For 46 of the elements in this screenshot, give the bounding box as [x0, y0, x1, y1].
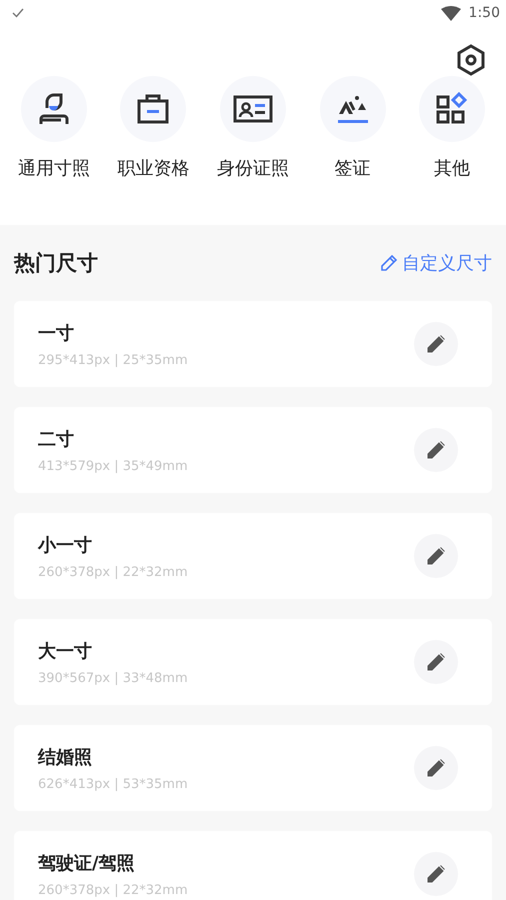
- size-card[interactable]: 结婚照 626*413px | 53*35mm: [14, 725, 492, 811]
- id-card-icon: [232, 94, 273, 124]
- size-name: 结婚照: [38, 746, 93, 768]
- size-spec: 626*413px | 53*35mm: [38, 776, 188, 792]
- size-spec: 260*378px | 22*32mm: [38, 564, 188, 580]
- section-title: 热门尺寸: [14, 250, 98, 277]
- clock-time: 1:50: [468, 5, 500, 21]
- edit-button[interactable]: [414, 322, 458, 366]
- size-name: 大一寸: [38, 640, 93, 662]
- pencil-icon: [426, 758, 446, 778]
- category-button[interactable]: 职业资格: [104, 76, 204, 180]
- size-spec: 260*378px | 22*32mm: [38, 882, 188, 898]
- pencil-icon: [380, 254, 398, 272]
- edit-button[interactable]: [414, 640, 458, 684]
- size-card[interactable]: 小一寸 260*378px | 22*32mm: [14, 513, 492, 599]
- edit-button[interactable]: [414, 852, 458, 896]
- size-spec: 295*413px | 25*35mm: [38, 352, 188, 368]
- size-name: 二寸: [38, 428, 75, 450]
- size-name: 一寸: [38, 322, 75, 344]
- size-card[interactable]: 大一寸 390*567px | 33*48mm: [14, 619, 492, 705]
- person-icon: [36, 92, 71, 126]
- category-button[interactable]: 身份证照: [203, 76, 303, 180]
- size-card[interactable]: 一寸 295*413px | 25*35mm: [14, 301, 492, 387]
- grid-icon: [435, 92, 470, 126]
- pencil-icon: [426, 652, 446, 672]
- pencil-icon: [426, 546, 446, 566]
- edit-button[interactable]: [414, 746, 458, 790]
- edit-button[interactable]: [414, 534, 458, 578]
- pencil-icon: [426, 440, 446, 460]
- size-spec: 413*579px | 35*49mm: [38, 458, 188, 474]
- size-card[interactable]: 驾驶证/驾照 260*378px | 22*32mm: [14, 831, 492, 900]
- check-icon: [12, 8, 24, 18]
- briefcase-icon: [136, 92, 170, 126]
- pencil-icon: [426, 334, 446, 354]
- size-name: 小一寸: [38, 534, 93, 556]
- size-name: 驾驶证/驾照: [38, 852, 136, 874]
- pencil-icon: [426, 864, 446, 884]
- wifi-icon: [440, 6, 461, 20]
- category-button[interactable]: 签证: [302, 76, 402, 180]
- category-button[interactable]: 通用寸照: [4, 76, 104, 180]
- settings-icon[interactable]: [456, 44, 486, 76]
- edit-button[interactable]: [414, 428, 458, 472]
- category-button[interactable]: 其他: [402, 76, 502, 180]
- size-card[interactable]: 二寸 413*579px | 35*49mm: [14, 407, 492, 493]
- size-spec: 390*567px | 33*48mm: [38, 670, 188, 686]
- custom-size-link[interactable]: 自定义尺寸: [380, 251, 492, 275]
